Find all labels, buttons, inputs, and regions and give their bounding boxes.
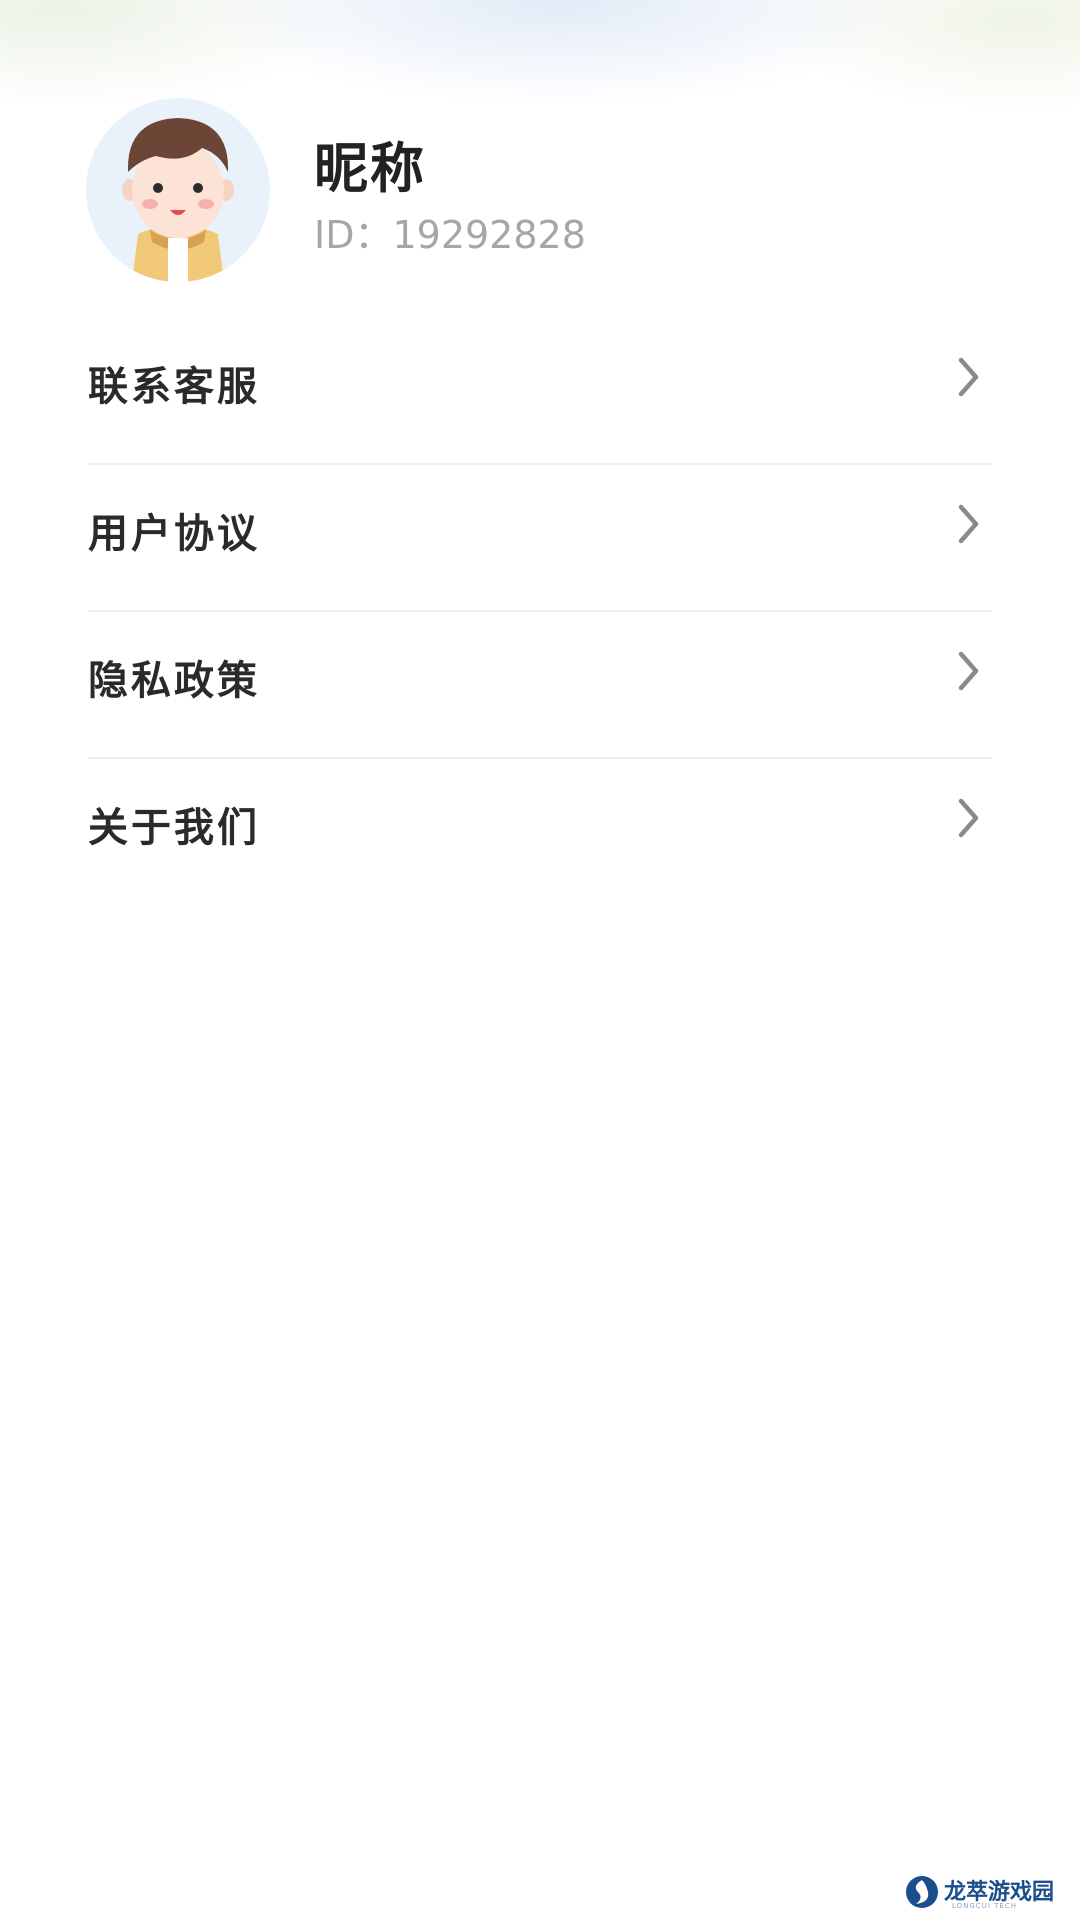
chevron-right-icon [958,651,979,691]
avatar-illustration [86,98,270,282]
nickname: 昵称 [314,137,426,200]
menu-item-label: 用户协议 [88,511,260,557]
menu-item-label: 隐私政策 [88,658,260,704]
avatar[interactable] [86,98,270,282]
user-id: ID：19292828 [314,213,586,257]
menu-item-contact-support[interactable]: 联系客服 [88,318,992,465]
menu-item-label: 关于我们 [88,805,260,851]
chevron-right-icon [958,798,979,838]
watermark: 龙萃游戏园 LONGCUI TECH [904,1872,1074,1916]
brand-logo-icon [906,1876,938,1908]
watermark-subtitle: LONGCUI TECH [952,1902,1017,1910]
chevron-right-icon [958,504,979,544]
menu-item-about-us[interactable]: 关于我们 [88,759,992,906]
menu-item-user-agreement[interactable]: 用户协议 [88,465,992,612]
menu-item-privacy-policy[interactable]: 隐私政策 [88,612,992,759]
chevron-right-icon [958,357,979,397]
menu-item-label: 联系客服 [88,364,260,410]
profile-header: 昵称 ID：19292828 [86,98,986,282]
settings-menu: 联系客服 用户协议 隐私政策 关于我们 [88,318,992,906]
